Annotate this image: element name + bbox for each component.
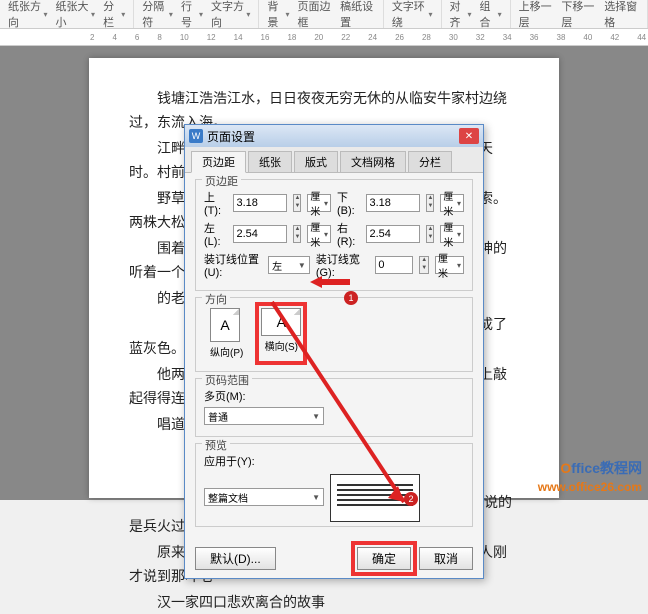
close-icon[interactable]: ✕: [459, 128, 479, 144]
unit-select[interactable]: 厘米▾: [440, 194, 464, 212]
apply-select[interactable]: 整篇文档▼: [204, 488, 324, 506]
para: 汉一家四口悲欢离合的故事: [129, 590, 519, 614]
dialog-title: 页面设置: [207, 128, 255, 145]
ribbon-breaks[interactable]: 分隔符▾: [142, 0, 173, 30]
spinner[interactable]: ▲▼: [293, 225, 301, 243]
unit-select[interactable]: 厘米▾: [307, 194, 331, 212]
orientation-fieldset: 方向 A 纵向(P) A 横向(S): [195, 297, 473, 372]
top-input[interactable]: [233, 194, 287, 212]
tab-margins[interactable]: 页边距: [191, 151, 246, 173]
ribbon-notebook[interactable]: 稿纸设置: [340, 0, 375, 30]
ribbon-columns[interactable]: 分栏▾: [103, 0, 125, 30]
spinner[interactable]: ▲▼: [426, 225, 434, 243]
spinner[interactable]: ▲▼: [293, 194, 301, 212]
left-label: 左(L):: [204, 220, 227, 248]
multi-select[interactable]: 普通▼: [204, 407, 324, 425]
ribbon-group-obj[interactable]: 组合▾: [480, 0, 502, 30]
ribbon-line-num[interactable]: 行号▾: [181, 0, 203, 30]
cancel-button[interactable]: 取消: [419, 547, 473, 570]
margins-fieldset: 页边距 上(T): ▲▼ 厘米▾ 下(B): ▲▼ 厘米▾ 左(L): ▲▼ 厘…: [195, 179, 473, 291]
annotation-badge-2: 2: [404, 492, 418, 506]
page-range-fieldset: 页码范围 多页(M): 普通▼: [195, 378, 473, 437]
ok-button[interactable]: 确定: [357, 547, 411, 570]
gutterw-label: 装订线宽(G):: [316, 251, 370, 279]
ribbon-paper-orient[interactable]: 纸张方向▾: [8, 0, 48, 30]
ribbon-background[interactable]: 背景▾: [267, 0, 289, 30]
gutter-label: 装订线位置(U):: [204, 251, 262, 279]
spinner[interactable]: ▲▼: [426, 194, 434, 212]
ribbon-page-border[interactable]: 页面边框: [297, 0, 332, 30]
dialog-tabs: 页边距 纸张 版式 文档网格 分栏: [185, 147, 483, 172]
ribbon-text-dir[interactable]: 文字方向▾: [211, 0, 250, 30]
ruler: 2468101214161820222426283032343638404244…: [0, 28, 648, 46]
multi-label: 多页(M):: [204, 388, 252, 404]
ribbon-select-pane[interactable]: 选择窗格: [604, 0, 639, 30]
ribbon-backward[interactable]: 下移一层: [561, 0, 596, 30]
tab-layout[interactable]: 版式: [294, 151, 338, 172]
unit-select[interactable]: 厘米▾: [307, 225, 331, 243]
tab-columns[interactable]: 分栏: [408, 151, 452, 172]
gutterw-input[interactable]: [375, 256, 413, 274]
watermark-logo: Office教程网: [560, 458, 642, 478]
ribbon-forward[interactable]: 上移一层: [519, 0, 554, 30]
landscape-button[interactable]: A 横向(S): [261, 308, 301, 359]
ribbon: 纸张方向▾ 纸张大小▾ 分栏▾ 分隔符▾ 行号▾ 文字方向▾ 背景▾ 页面边框 …: [0, 0, 648, 28]
gutter-select[interactable]: 左▼: [268, 256, 310, 274]
dialog-titlebar[interactable]: W 页面设置 ✕: [185, 125, 483, 147]
bottom-label: 下(B):: [337, 189, 360, 217]
top-label: 上(T):: [204, 189, 227, 217]
preview-fieldset: 预览 应用于(Y): 整篇文档▼: [195, 443, 473, 527]
left-input[interactable]: [233, 225, 287, 243]
default-button[interactable]: 默认(D)...: [195, 547, 276, 570]
document-area: 钱塘江浩浩江水，日日夜夜无穷无休的从临安牛家村边绕过，东流入海。 江畔一排数十株…: [0, 46, 648, 500]
right-input[interactable]: [366, 225, 420, 243]
apply-label: 应用于(Y):: [204, 453, 260, 469]
spinner[interactable]: ▲▼: [419, 256, 429, 274]
unit-select[interactable]: 厘米▾: [440, 225, 464, 243]
app-icon: W: [189, 129, 203, 143]
watermark-url: www.office26.com: [538, 480, 642, 494]
bottom-input[interactable]: [366, 194, 420, 212]
tab-paper[interactable]: 纸张: [248, 151, 292, 172]
page-setup-dialog: W 页面设置 ✕ 页边距 纸张 版式 文档网格 分栏 页边距 上(T): ▲▼ 厘…: [184, 124, 484, 579]
portrait-button[interactable]: A 纵向(P): [210, 308, 243, 359]
unit-select[interactable]: 厘米▾: [435, 256, 464, 274]
annotation-badge-1: 1: [344, 291, 358, 305]
ribbon-wrap[interactable]: 文字环绕▾: [392, 0, 433, 30]
tab-grid[interactable]: 文档网格: [340, 151, 406, 172]
right-label: 右(R):: [337, 220, 360, 248]
ribbon-paper-size[interactable]: 纸张大小▾: [56, 0, 96, 30]
ribbon-align[interactable]: 对齐▾: [450, 0, 472, 30]
